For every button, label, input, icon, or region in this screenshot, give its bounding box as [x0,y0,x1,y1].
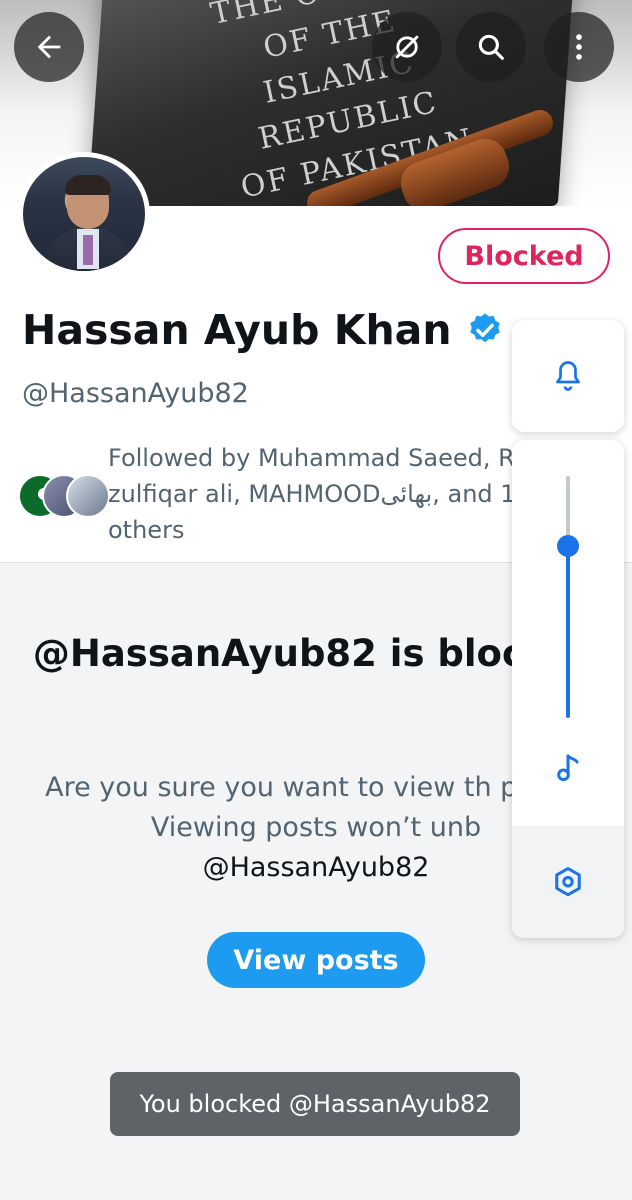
arrow-left-icon [37,35,61,59]
hexagon-settings-icon [555,867,581,897]
volume-settings-button[interactable] [512,826,624,938]
music-note-icon [557,754,579,782]
volume-slider-thumb[interactable] [557,535,579,557]
more-button[interactable] [544,12,614,82]
search-button[interactable] [456,12,526,82]
verified-badge-icon[interactable] [466,311,504,349]
more-vertical-icon [576,34,582,60]
view-posts-button[interactable]: View posts [207,932,425,988]
blocked-description-handle: @HassanAyub82 [202,852,430,883]
avatar-hair [65,175,111,195]
profile-name-text: Hassan Ayub Khan [22,306,452,354]
search-icon [478,34,504,60]
grok-slash-icon [395,35,419,59]
blocked-button[interactable]: Blocked [438,228,610,284]
blocked-description-text: Are you sure you want to view th posts? … [45,772,587,843]
followed-by-text: Followed by Muhammad Saeed, R zulfiqar a… [108,444,516,544]
back-button[interactable] [14,12,84,82]
volume-panel [512,440,624,938]
grok-button[interactable] [372,12,442,82]
avatar[interactable] [18,152,150,276]
followed-by-section[interactable]: Followed by Muhammad Saeed, R zulfiqar a… [18,440,518,550]
ringer-mode-button[interactable] [512,320,624,432]
blocked-description: Are you sure you want to view th posts? … [40,768,592,888]
avatar-tie [83,235,93,265]
follower-avatar [66,474,110,518]
volume-level-fill [566,546,570,718]
profile-name: Hassan Ayub Khan [22,306,504,354]
bell-icon [556,361,580,391]
profile-handle: @HassanAyub82 [22,378,249,409]
toast-message: You blocked @HassanAyub82 [110,1072,520,1136]
